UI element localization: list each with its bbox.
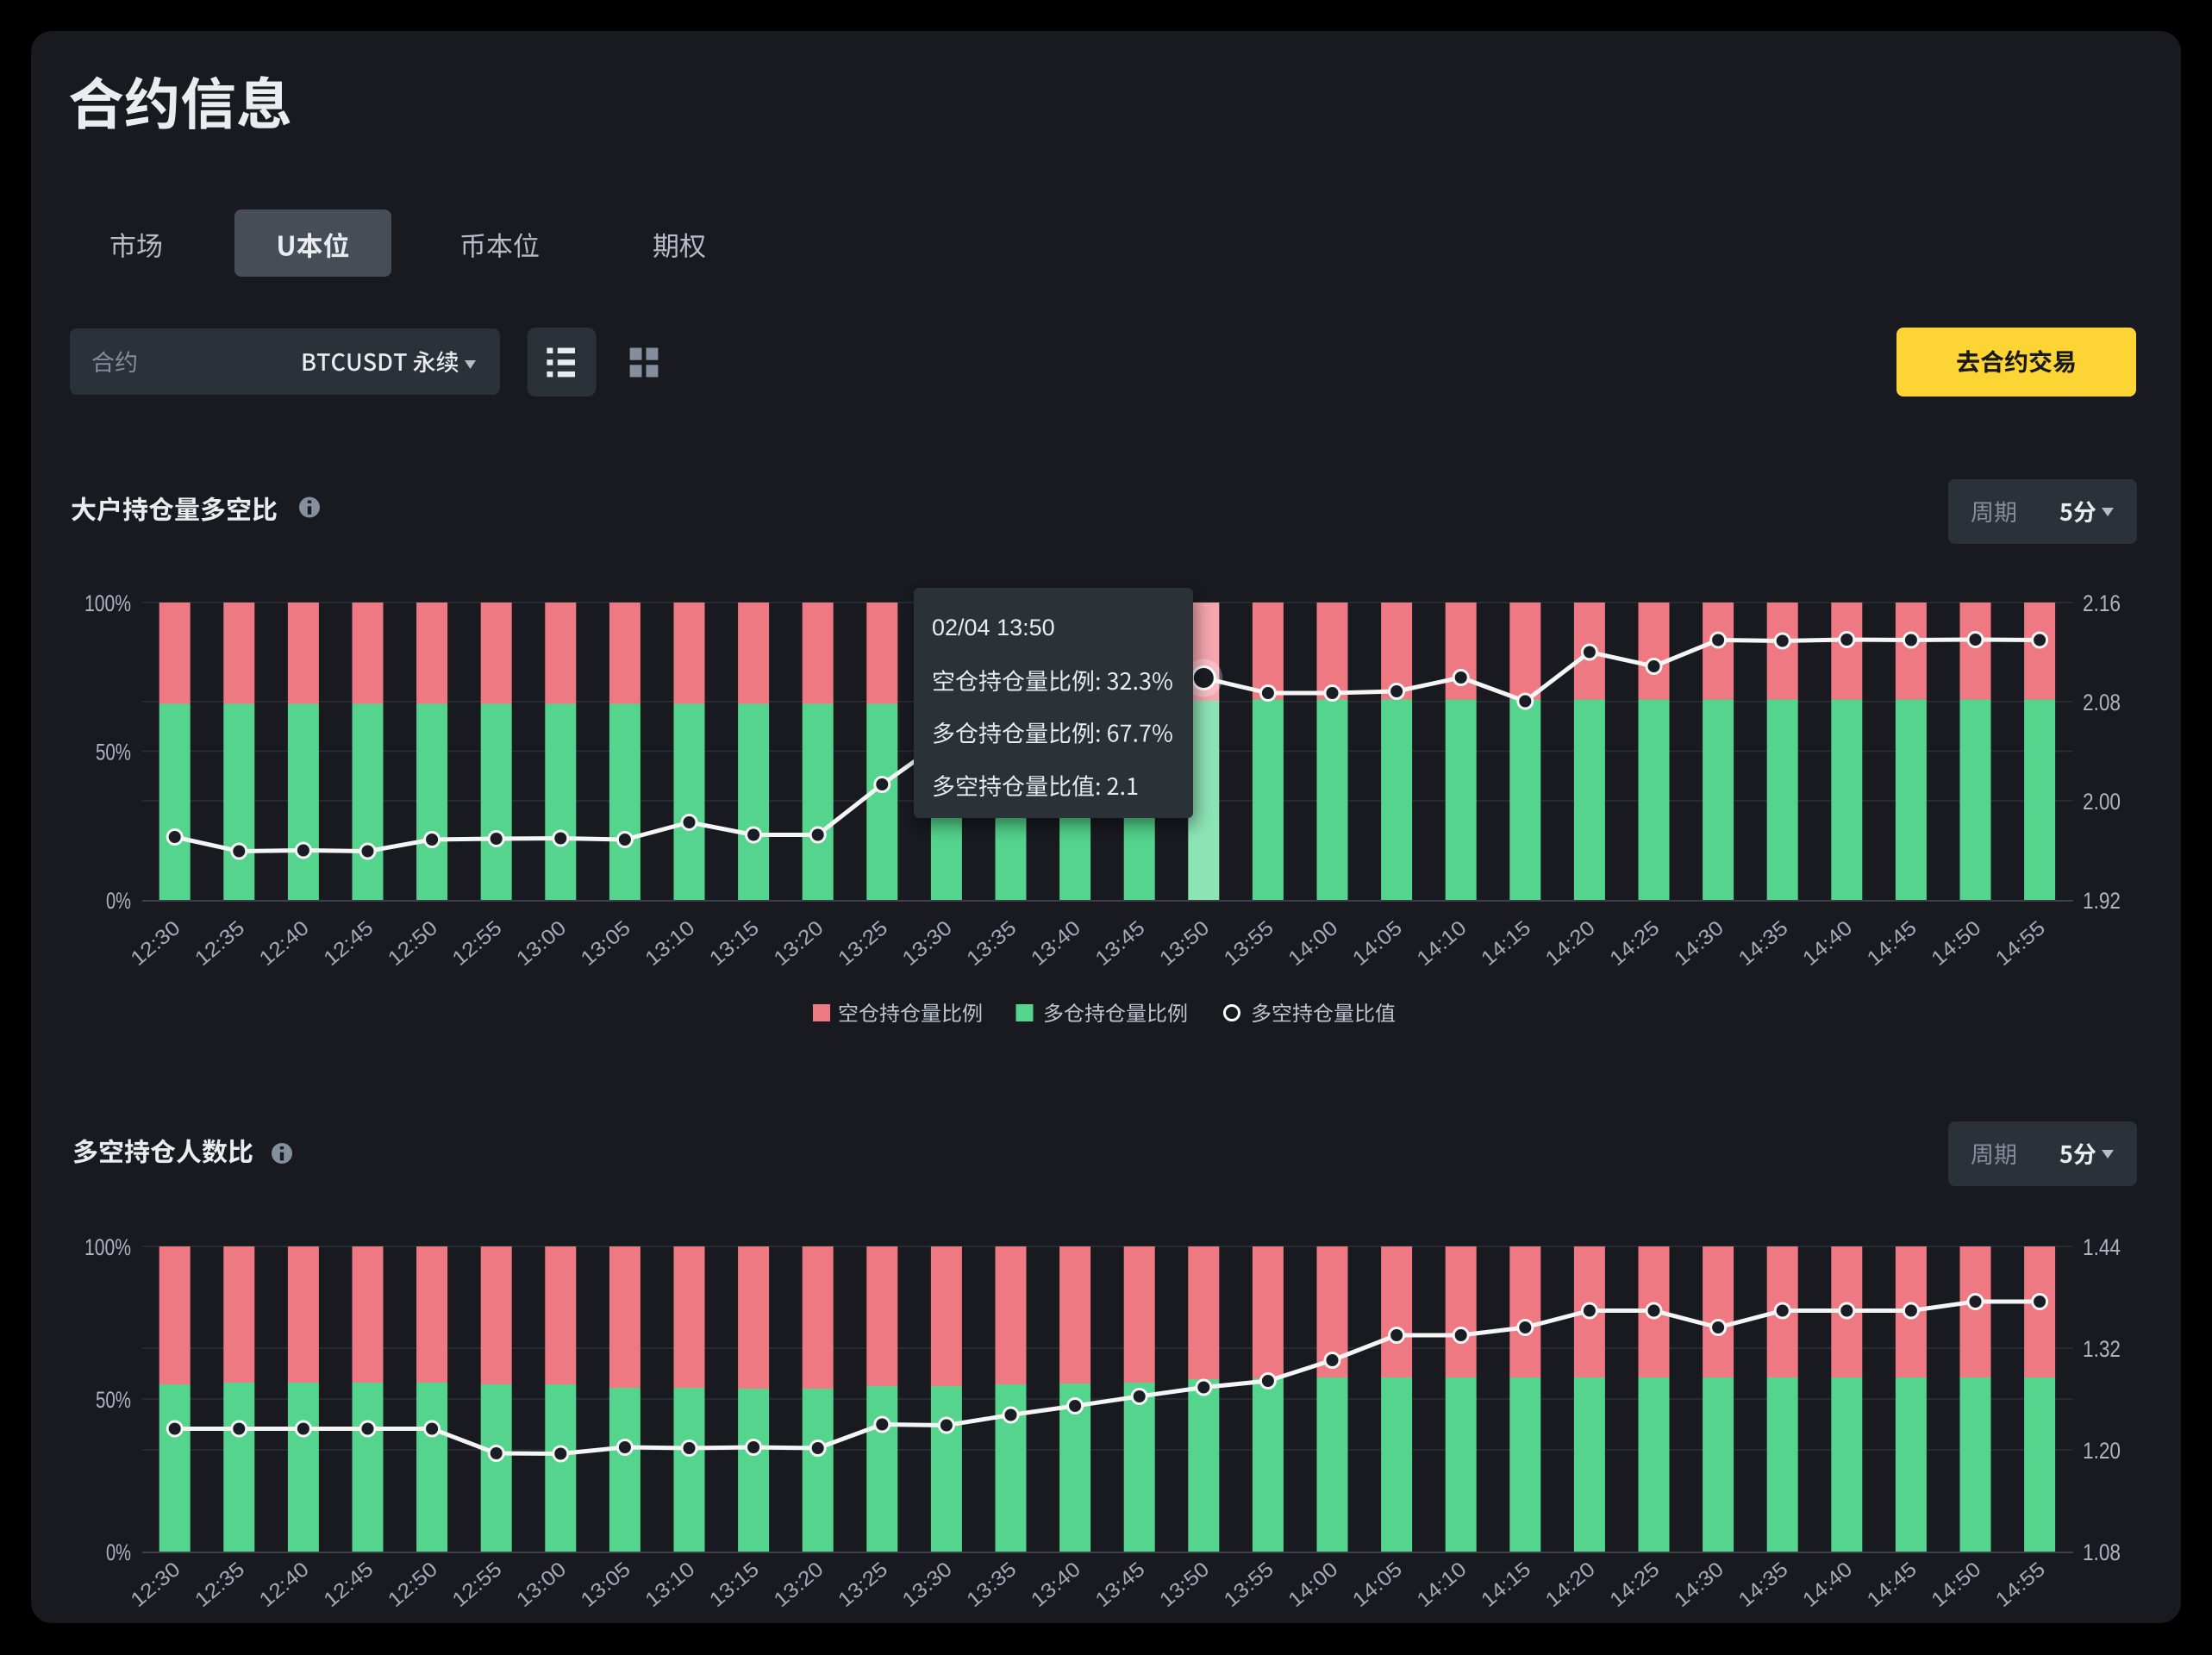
svg-text:12:50: 12:50 [384, 916, 442, 971]
svg-text:12:40: 12:40 [255, 1558, 314, 1612]
svg-text:50%: 50% [96, 1387, 131, 1413]
svg-text:14:40: 14:40 [1798, 916, 1857, 971]
svg-text:13:45: 13:45 [1091, 1558, 1150, 1612]
svg-text:14:35: 14:35 [1734, 1558, 1793, 1612]
svg-text:13:55: 13:55 [1220, 916, 1278, 971]
svg-text:100%: 100% [84, 590, 131, 616]
svg-text:14:55: 14:55 [1991, 916, 2050, 971]
svg-text:12:55: 12:55 [448, 1558, 507, 1612]
svg-text:14:20: 14:20 [1541, 916, 1600, 971]
svg-text:14:25: 14:25 [1605, 1558, 1664, 1612]
svg-text:12:30: 12:30 [127, 916, 185, 971]
svg-text:13:30: 13:30 [898, 916, 957, 971]
svg-text:14:15: 14:15 [1477, 916, 1535, 971]
svg-text:13:50: 13:50 [1155, 916, 1214, 971]
svg-text:13:50: 13:50 [1155, 1558, 1214, 1612]
svg-text:13:35: 13:35 [962, 916, 1021, 971]
svg-text:0%: 0% [106, 888, 131, 914]
svg-text:1.44: 1.44 [2083, 1234, 2121, 1260]
svg-text:14:00: 14:00 [1284, 1558, 1342, 1612]
svg-text:14:05: 14:05 [1348, 1558, 1407, 1612]
svg-text:14:05: 14:05 [1348, 916, 1407, 971]
svg-text:14:55: 14:55 [1991, 1558, 2050, 1612]
svg-text:14:45: 14:45 [1863, 1558, 1921, 1612]
svg-text:100%: 100% [84, 1234, 131, 1260]
svg-text:13:00: 13:00 [512, 1558, 571, 1612]
svg-text:1.92: 1.92 [2083, 888, 2121, 914]
svg-text:12:45: 12:45 [319, 1558, 378, 1612]
svg-text:13:05: 13:05 [577, 1558, 635, 1612]
svg-text:12:55: 12:55 [448, 916, 507, 971]
svg-text:12:45: 12:45 [319, 916, 378, 971]
svg-text:14:40: 14:40 [1798, 1558, 1857, 1612]
svg-text:14:10: 14:10 [1413, 916, 1472, 971]
svg-text:14:20: 14:20 [1541, 1558, 1600, 1612]
svg-text:14:30: 14:30 [1670, 1558, 1728, 1612]
svg-text:14:10: 14:10 [1413, 1558, 1472, 1612]
svg-text:0%: 0% [106, 1539, 131, 1565]
svg-text:13:00: 13:00 [512, 916, 571, 971]
svg-text:12:35: 12:35 [191, 1558, 249, 1612]
svg-text:13:05: 13:05 [577, 916, 635, 971]
svg-text:13:10: 13:10 [640, 1558, 699, 1612]
svg-text:2.16: 2.16 [2083, 590, 2121, 616]
svg-text:13:25: 13:25 [834, 1558, 892, 1612]
svg-text:13:20: 13:20 [770, 1558, 828, 1612]
svg-text:13:45: 13:45 [1091, 916, 1150, 971]
svg-text:1.08: 1.08 [2083, 1539, 2121, 1565]
svg-text:12:50: 12:50 [384, 1558, 442, 1612]
svg-text:14:50: 14:50 [1927, 916, 1985, 971]
svg-text:1.32: 1.32 [2083, 1336, 2121, 1362]
svg-text:12:40: 12:40 [255, 916, 314, 971]
svg-text:12:35: 12:35 [191, 916, 249, 971]
svg-text:14:35: 14:35 [1734, 916, 1793, 971]
svg-text:13:35: 13:35 [962, 1558, 1021, 1612]
svg-text:14:50: 14:50 [1927, 1558, 1985, 1612]
svg-text:13:40: 13:40 [1027, 1558, 1085, 1612]
svg-text:1.20: 1.20 [2083, 1438, 2121, 1464]
svg-text:13:10: 13:10 [640, 916, 699, 971]
svg-text:02/04 13:50: 02/04 13:50 [932, 615, 1055, 640]
svg-text:14:00: 14:00 [1284, 916, 1342, 971]
svg-text:50%: 50% [96, 740, 131, 765]
svg-text:2.00: 2.00 [2083, 789, 2121, 815]
svg-text:2.08: 2.08 [2083, 690, 2121, 715]
svg-text:13:15: 13:15 [705, 916, 764, 971]
svg-text:13:15: 13:15 [705, 1558, 764, 1612]
svg-text:12:30: 12:30 [127, 1558, 185, 1612]
svg-text:13:25: 13:25 [834, 916, 892, 971]
svg-text:14:15: 14:15 [1477, 1558, 1535, 1612]
svg-text:13:40: 13:40 [1027, 916, 1085, 971]
svg-text:13:30: 13:30 [898, 1558, 957, 1612]
svg-text:14:30: 14:30 [1670, 916, 1728, 971]
svg-text:13:20: 13:20 [770, 916, 828, 971]
svg-text:13:55: 13:55 [1220, 1558, 1278, 1612]
svg-text:14:25: 14:25 [1605, 916, 1664, 971]
svg-text:14:45: 14:45 [1863, 916, 1921, 971]
